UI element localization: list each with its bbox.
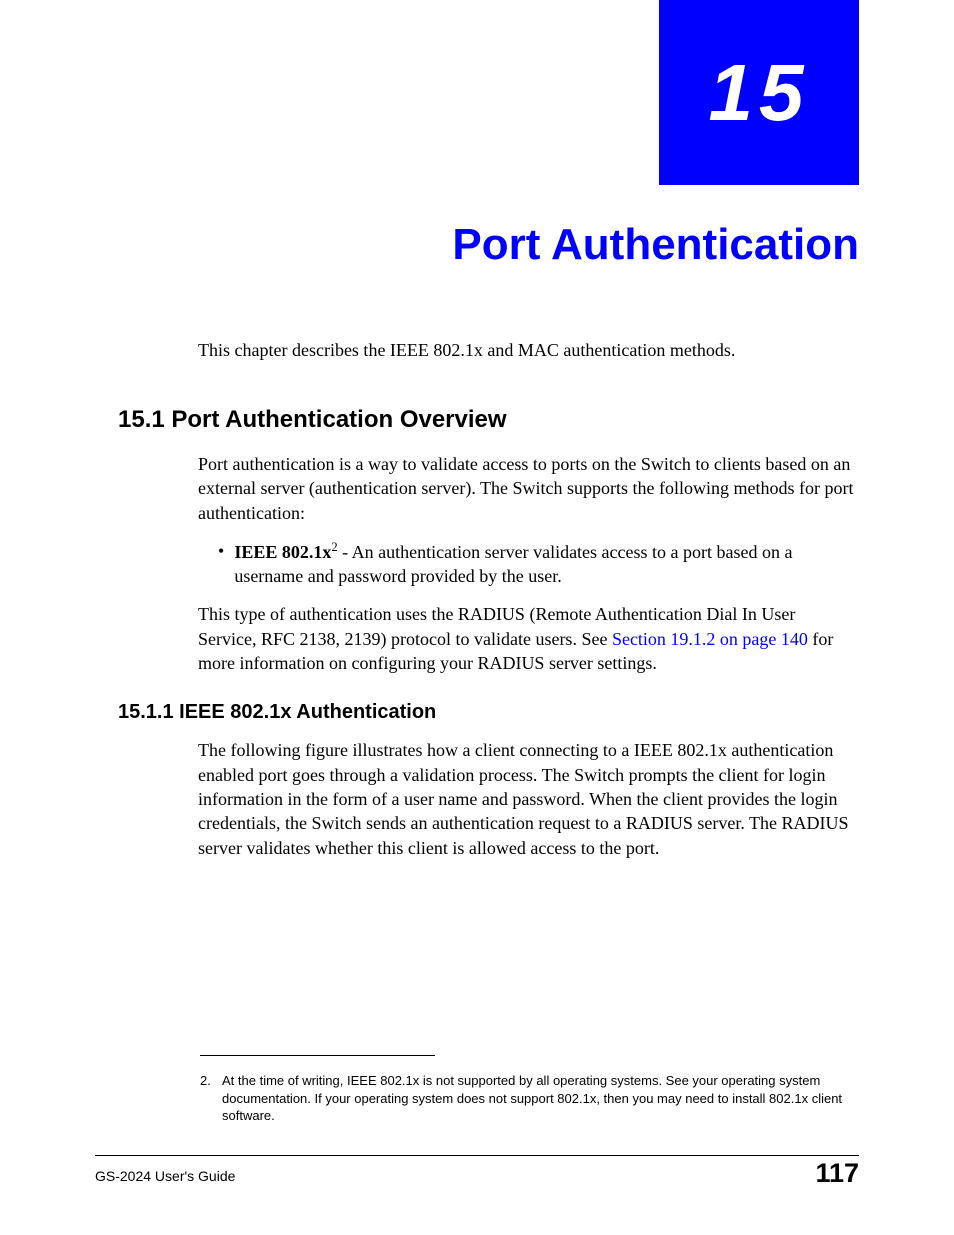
cross-ref-link[interactable]: Section 19.1.2 on page 140 xyxy=(612,629,808,649)
bullet-ieee-8021x: • IEEE 802.1x2 - An authentication serve… xyxy=(218,539,858,589)
footnote-separator xyxy=(200,1055,435,1056)
footnote-text: At the time of writing, IEEE 802.1x is n… xyxy=(222,1072,845,1125)
footer-guide-title: GS-2024 User's Guide xyxy=(95,1168,235,1184)
chapter-number: 15 xyxy=(709,47,810,139)
chapter-title: Port Authentication xyxy=(452,220,859,270)
page-number: 117 xyxy=(815,1158,859,1189)
section-heading-15-1: 15.1 Port Authentication Overview xyxy=(118,406,858,434)
section-heading-15-1-1: 15.1.1 IEEE 802.1x Authentication xyxy=(118,701,858,724)
bullet-text: IEEE 802.1x2 - An authentication server … xyxy=(234,539,858,589)
footer-separator xyxy=(95,1155,859,1156)
footnote-number: 2. xyxy=(200,1072,222,1125)
section-15-1-1-p1: The following figure illustrates how a c… xyxy=(198,738,858,859)
bullet-dot-icon: • xyxy=(218,539,224,589)
footnote-2: 2. At the time of writing, IEEE 802.1x i… xyxy=(200,1072,845,1125)
bullet-bold-text: IEEE 802.1x xyxy=(234,542,331,562)
chapter-number-block: 15 xyxy=(659,0,859,185)
content-area: This chapter describes the IEEE 802.1x a… xyxy=(118,340,858,874)
section-15-1-p2: This type of authentication uses the RAD… xyxy=(198,602,858,675)
chapter-intro: This chapter describes the IEEE 802.1x a… xyxy=(198,340,858,361)
section-15-1-p1: Port authentication is a way to validate… xyxy=(198,452,858,525)
